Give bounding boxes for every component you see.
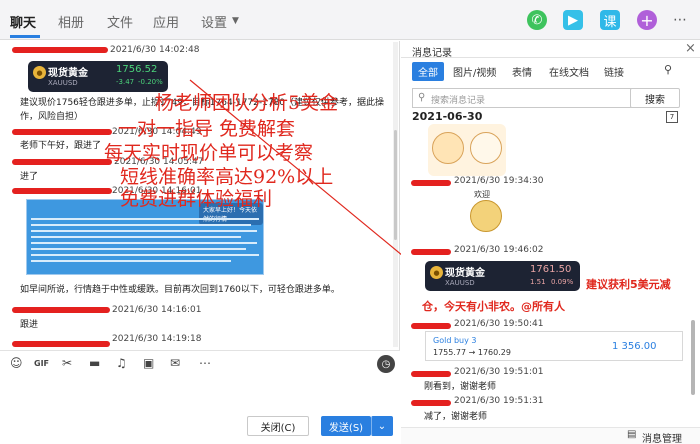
send-button[interactable]: 发送(S) (321, 416, 371, 436)
divider (401, 57, 700, 58)
cat-face (470, 132, 502, 164)
trade-profit: 1 356.00 (612, 341, 657, 352)
redacted-sender (411, 249, 451, 255)
red-packet-icon[interactable]: ✉ (170, 356, 180, 370)
close-button[interactable]: 关闭(C) (247, 416, 309, 436)
message-manage-button[interactable]: 消息管理 (642, 430, 682, 444)
sticker-caption: 欢迎 (474, 190, 490, 199)
search-button[interactable]: 搜索 (630, 88, 680, 108)
redacted-sender (411, 400, 451, 406)
scissors-icon[interactable]: ✂ (62, 356, 72, 370)
history-tab-stickers[interactable]: 表情 (512, 64, 532, 79)
history-tab-media[interactable]: 图片/视频 (453, 64, 496, 79)
welcome-sticker-image[interactable]: 欢迎 (456, 188, 518, 236)
history-tab-all[interactable]: 全部 (412, 62, 444, 81)
overlay-text: 杨老师团队分析5美金 (155, 92, 339, 114)
history-message-text: 减了，谢谢老师 (424, 412, 488, 422)
trade-card[interactable]: Gold buy 3 1755.77 → 1760.29 1 356.00 (425, 331, 683, 361)
advice-text: 建议获利5美元减仓，今天有小非农。@所有人 (422, 278, 671, 313)
history-search-input[interactable]: ⚲ 搜索消息记录 (412, 88, 632, 108)
message-manage-icon[interactable]: ▤ (627, 429, 636, 440)
history-timestamp: 2021/6/30 19:34:30 (454, 176, 544, 186)
filter-icon[interactable]: ⚲ (664, 63, 672, 76)
search-icon: ⚲ (418, 92, 426, 103)
emoji-icon[interactable]: ☺ (10, 356, 23, 370)
history-timestamp: 2021/6/30 19:51:31 (454, 396, 544, 406)
history-timestamp: 2021/6/30 19:46:02 (454, 245, 544, 255)
search-placeholder: 搜索消息记录 (431, 96, 486, 106)
history-date: 2021-06-30 (412, 110, 483, 123)
more-dots-icon[interactable]: ⋯ (199, 356, 211, 370)
history-timestamp: 2021/6/30 19:50:41 (454, 319, 544, 329)
calendar-icon[interactable]: 7 (666, 111, 678, 123)
music-icon[interactable]: ♫ (116, 356, 127, 370)
gif-icon[interactable]: GIF (34, 359, 49, 368)
image-icon[interactable]: ▣ (143, 356, 154, 370)
history-scrollbar-thumb[interactable] (691, 320, 695, 395)
history-message-text: 刚看到，谢谢老师 (424, 382, 497, 392)
redacted-sender (411, 180, 451, 186)
redacted-sender (411, 323, 451, 329)
history-timestamp: 2021/6/30 19:51:01 (454, 367, 544, 377)
overlay-text: 每天实时现价单可以考察 (104, 142, 314, 164)
send-options-caret-icon[interactable]: ⌄ (371, 416, 393, 436)
trade-title: Gold buy 3 (433, 336, 477, 345)
trade-range: 1755.77 → 1760.29 (433, 348, 511, 357)
cat-sticker-image[interactable] (428, 124, 506, 176)
history-tab-links[interactable]: 链接 (604, 64, 624, 79)
folder-icon[interactable]: ▬ (89, 356, 100, 370)
history-clock-icon[interactable]: ◷ (377, 355, 395, 373)
mascot-face (470, 200, 502, 232)
cat-face (432, 132, 464, 164)
history-tab-docs[interactable]: 在线文档 (549, 64, 589, 79)
overlay-text: 一对一指导 免费解套 (118, 118, 296, 140)
overlay-text: 免费进群体验福利 (120, 188, 273, 210)
redacted-sender (411, 371, 451, 377)
close-icon[interactable]: × (685, 41, 696, 56)
